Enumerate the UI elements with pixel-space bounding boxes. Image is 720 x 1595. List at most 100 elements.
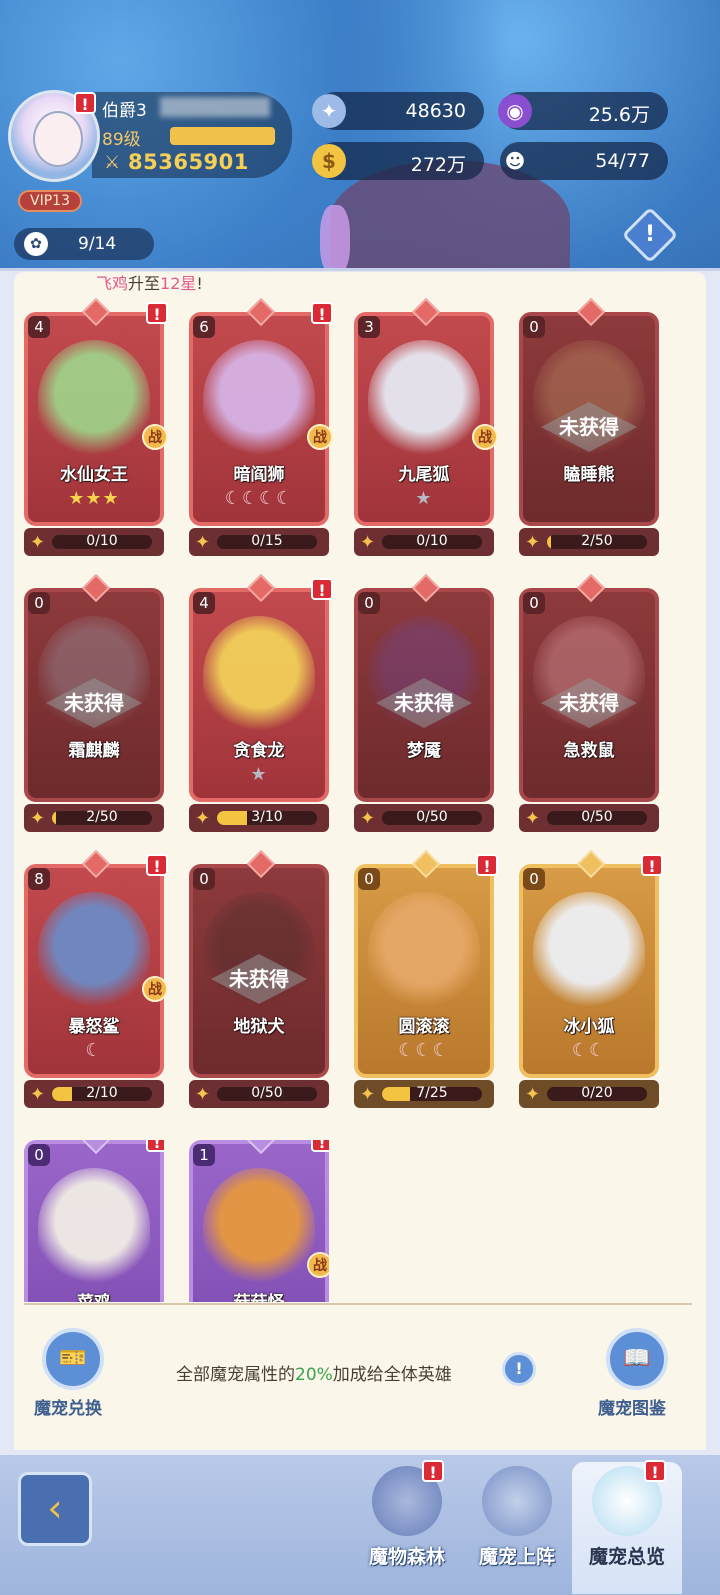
pet-star-rating: ☾☾☾ xyxy=(398,1040,450,1061)
section-divider xyxy=(24,1303,692,1305)
pet-card[interactable]: 4! 贪食龙 ★ ✦ 3/10 xyxy=(189,573,333,834)
gem-value: 48630 xyxy=(405,100,466,122)
tab-monster-forest[interactable]: ! 魔物森林 xyxy=(352,1460,462,1594)
puzzle-fragment-icon: ✦ xyxy=(30,1084,46,1105)
codex-label: 魔宠图鉴 xyxy=(598,1399,666,1419)
puzzle-fragment-icon: ✦ xyxy=(195,532,211,553)
pet-card[interactable]: 0 未获得 霜麒麟 ✦ 2/50 xyxy=(24,573,164,834)
pet-count-badge: 0 xyxy=(193,868,215,890)
pet-alert-icon: ! xyxy=(641,854,663,876)
pet-count-badge: 4 xyxy=(193,592,215,614)
pet-count-badge: 0 xyxy=(523,868,545,890)
ticker-text: 升至 xyxy=(128,274,161,293)
pet-card[interactable]: 0! 圆滚滚 ☾☾☾ ✦ 7/25 xyxy=(354,849,498,1110)
pet-count-badge: 4 xyxy=(28,316,50,338)
puzzle-fragment-icon: ✦ xyxy=(195,1084,211,1105)
back-button[interactable]: ‹ xyxy=(18,1472,92,1546)
exp-bar xyxy=(170,127,275,145)
vip-badge[interactable]: VIP13 xyxy=(18,190,82,212)
puzzle-fragment-icon: ✦ xyxy=(360,808,376,829)
battle-icon: 战 xyxy=(307,1252,329,1278)
pet-card[interactable]: 3 战九尾狐 ★ ✦ 0/10 xyxy=(354,297,498,558)
pet-count-badge: 0 xyxy=(358,592,380,614)
puzzle-fragment-icon: ✦ xyxy=(30,532,46,553)
overview-alert-icon: ! xyxy=(644,1460,666,1482)
flower-decoration xyxy=(320,205,350,275)
pet-card[interactable]: 0 未获得 梦魇 ✦ 0/50 xyxy=(354,573,494,834)
pet-name: 贪食龙 xyxy=(233,741,285,761)
fragment-count: 2/50 xyxy=(581,533,613,549)
pet-star-rating: ☾☾ xyxy=(571,1040,607,1061)
pet-alert-icon: ! xyxy=(146,1140,164,1152)
tab-deploy-label: 魔宠上阵 xyxy=(478,1546,555,1568)
pet-name: 瞌睡熊 xyxy=(563,465,615,485)
ticker-pet-name: 飞鸡 xyxy=(96,274,129,293)
puzzle-fragment-icon: ✦ xyxy=(360,532,376,553)
pet-card[interactable]: 6! 战暗阎狮 ☾☾☾☾ ✦ 0/15 xyxy=(189,297,333,558)
pet-card[interactable]: 0! 菜鸡 xyxy=(24,1140,164,1302)
pet-count-badge: 0 xyxy=(523,592,545,614)
pet-alert-icon: ! xyxy=(311,302,333,324)
exchange-button[interactable]: 🎫 xyxy=(42,1328,104,1390)
pet-card[interactable]: 0 未获得 瞌睡熊 ✦ 2/50 xyxy=(519,297,659,558)
pet-card[interactable]: 1! 战菇菇怪 xyxy=(189,1140,329,1302)
bonus-prefix: 全部魔宠属性的 xyxy=(176,1365,295,1385)
pet-portrait xyxy=(203,616,315,734)
pet-card[interactable]: 8! 战暴怒鲨 ☾ ✦ 2/10 xyxy=(24,849,168,1110)
fragment-count: 2/50 xyxy=(86,809,118,825)
gold-coin-icon: $ xyxy=(312,144,346,178)
alert-icon: ! xyxy=(644,222,656,247)
pet-count-badge: 0 xyxy=(28,1144,50,1166)
group-icon: ☻ xyxy=(504,149,526,173)
pet-card[interactable]: 0! 冰小狐 ☾☾ ✦ 0/20 xyxy=(519,849,663,1110)
fragment-count: 0/20 xyxy=(581,1085,613,1101)
pet-star-rating: ★ xyxy=(250,764,268,785)
puzzle-fragment-icon: ✦ xyxy=(525,1084,541,1105)
pet-card[interactable]: 0 未获得 急救鼠 ✦ 0/50 xyxy=(519,573,659,834)
pet-alert-icon: ! xyxy=(311,578,333,600)
tab-pet-overview[interactable]: ! 魔宠总览 xyxy=(572,1460,682,1594)
battle-icon: 战 xyxy=(472,424,498,450)
pet-name: 菜鸡 xyxy=(24,1288,164,1302)
tab-forest-label: 魔物森林 xyxy=(368,1546,445,1568)
battle-icon: 战 xyxy=(307,424,333,450)
puzzle-fragment-icon: ✦ xyxy=(30,808,46,829)
pet-name: 冰小狐 xyxy=(563,1017,615,1037)
pet-count-badge: 0 xyxy=(523,316,545,338)
pet-card[interactable]: 4! 战水仙女王 ★★★ ✦ 0/10 xyxy=(24,297,168,558)
pet-count-badge: 1 xyxy=(193,1144,215,1166)
pet-star-rating: ☾☾☾☾ xyxy=(224,488,294,509)
pet-name: 地狱犬 xyxy=(233,1017,285,1037)
fragment-count: 3/10 xyxy=(251,809,283,825)
pet-name: 暗阎狮 xyxy=(233,465,285,485)
fragment-count: 0/50 xyxy=(251,1085,283,1101)
star-gem-icon: ✦ xyxy=(312,94,346,128)
pet-portrait xyxy=(38,340,150,458)
forest-alert-icon: ! xyxy=(422,1460,444,1482)
puzzle-fragment-icon: ✦ xyxy=(195,808,211,829)
pet-alert-icon: ! xyxy=(146,854,168,876)
pet-name: 水仙女王 xyxy=(60,465,128,485)
fragment-count: 0/50 xyxy=(416,809,448,825)
pet-name: 菇菇怪 xyxy=(189,1288,329,1302)
codex-button[interactable]: 📖 xyxy=(606,1328,668,1390)
player-power: 85365901 xyxy=(128,150,249,174)
bonus-info-button[interactable]: ! xyxy=(502,1352,536,1386)
pet-card[interactable]: 0 未获得 地狱犬 ✦ 0/50 xyxy=(189,849,329,1110)
pet-star-rating: ★★★ xyxy=(68,488,120,509)
tab-pet-deploy[interactable]: 魔宠上阵 xyxy=(462,1462,572,1594)
orb-value: 25.6万 xyxy=(588,104,650,126)
pet-count-badge: 0 xyxy=(28,592,50,614)
pet-portrait xyxy=(533,892,645,1010)
power-icon: ⚔ xyxy=(104,152,121,173)
pet-alert-icon: ! xyxy=(311,1140,329,1152)
pet-name: 圆滚滚 xyxy=(398,1017,450,1037)
pet-alert-icon: ! xyxy=(146,302,168,324)
news-ticker: 飞鸡升至12星! xyxy=(96,270,203,294)
bonus-text: 全部魔宠属性的20%加成给全体英雄 xyxy=(176,1360,452,1385)
pet-name: 霜麒麟 xyxy=(68,741,120,761)
gold-value: 272万 xyxy=(410,154,466,176)
puzzle-fragment-icon: ✦ xyxy=(525,808,541,829)
pet-name: 九尾狐 xyxy=(398,465,450,485)
pet-count-badge: 3 xyxy=(358,316,380,338)
